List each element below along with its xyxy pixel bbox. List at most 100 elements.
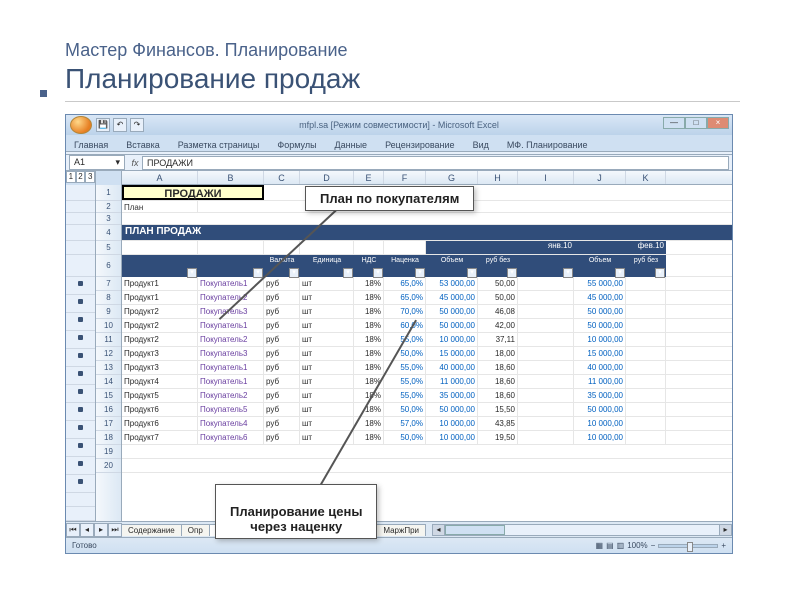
cell[interactable]: Продукт3 (122, 361, 198, 374)
cell[interactable]: руб (264, 361, 300, 374)
cell[interactable]: 55,0% (384, 375, 426, 388)
fx-icon[interactable]: fx (128, 158, 142, 168)
zoom-slider[interactable] (658, 544, 718, 548)
column-header[interactable]: A (122, 171, 198, 184)
column-filter-header[interactable]: Объем продаж, ЕИ▾ (426, 255, 478, 277)
cell[interactable]: 50 000,00 (574, 305, 626, 318)
ribbon-tab[interactable]: Вид (469, 139, 493, 151)
sales-title-cell[interactable]: ПРОДАЖИ (122, 185, 264, 200)
cell[interactable]: 15,50 (478, 403, 518, 416)
outline-level-3[interactable]: 3 (85, 171, 95, 183)
cells-area[interactable]: ПРОДАЖИПланПЛАН ПРОДАЖянв.10фев.10▾▾Валю… (122, 185, 732, 521)
name-box[interactable]: A1 ▾ (69, 155, 125, 170)
view-normal-icon[interactable]: ▦ (596, 541, 604, 550)
cell[interactable]: Продукт6 (122, 417, 198, 430)
office-button[interactable] (70, 116, 92, 134)
row-header[interactable]: 12 (96, 347, 121, 361)
cell[interactable]: 10 000,00 (574, 431, 626, 444)
cell[interactable] (626, 417, 666, 430)
cell[interactable] (518, 347, 574, 360)
cell[interactable] (626, 375, 666, 388)
cell[interactable]: 45 000,00 (574, 291, 626, 304)
cell[interactable]: 53 000,00 (426, 277, 478, 290)
column-header[interactable]: F (384, 171, 426, 184)
cell[interactable]: 11 000,00 (574, 375, 626, 388)
cell[interactable] (198, 241, 264, 254)
cell[interactable] (518, 277, 574, 290)
cell[interactable]: 65,0% (384, 277, 426, 290)
cell[interactable]: 10 000,00 (426, 431, 478, 444)
cell[interactable]: Покупатель1 (198, 375, 264, 388)
column-filter-header[interactable]: Объем продаж, ЕИ▾ (574, 255, 626, 277)
select-all-corner[interactable] (96, 171, 122, 185)
cell[interactable] (626, 319, 666, 332)
cell[interactable]: 40 000,00 (426, 361, 478, 374)
column-filter-header[interactable]: руб без▾ (626, 255, 666, 277)
outline-level-1[interactable]: 1 (66, 171, 76, 183)
ribbon-tab[interactable]: Формулы (273, 139, 320, 151)
column-header[interactable]: G (426, 171, 478, 184)
cell[interactable]: 15 000,00 (426, 347, 478, 360)
cell[interactable]: 50,0% (384, 347, 426, 360)
cell[interactable]: 10 000,00 (426, 333, 478, 346)
cell[interactable]: шт (300, 417, 354, 430)
cell[interactable] (518, 319, 574, 332)
cell[interactable]: 37,11 (478, 333, 518, 346)
minimize-button[interactable]: — (663, 117, 685, 129)
cell[interactable] (300, 241, 354, 254)
cell[interactable]: Покупатель6 (198, 431, 264, 444)
cell[interactable]: 18% (354, 291, 384, 304)
column-header[interactable]: D (300, 171, 354, 184)
row-header[interactable]: 16 (96, 403, 121, 417)
cell[interactable]: руб (264, 375, 300, 388)
cell[interactable]: руб (264, 431, 300, 444)
row-header[interactable]: 20 (96, 459, 121, 473)
cell[interactable]: 65,0% (384, 291, 426, 304)
sheet-tab[interactable]: МаржПри (376, 524, 426, 536)
cell[interactable]: шт (300, 291, 354, 304)
cell[interactable]: 18% (354, 277, 384, 290)
cell[interactable] (626, 277, 666, 290)
cell[interactable]: Покупатель2 (198, 389, 264, 402)
row-header[interactable]: 6 (96, 255, 121, 277)
cell[interactable]: 60,0% (384, 319, 426, 332)
cell[interactable]: шт (300, 347, 354, 360)
column-header[interactable]: K (626, 171, 666, 184)
column-header[interactable]: B (198, 171, 264, 184)
cell[interactable]: 45 000,00 (426, 291, 478, 304)
cell[interactable]: шт (300, 403, 354, 416)
cell[interactable]: 18% (354, 361, 384, 374)
column-header[interactable]: I (518, 171, 574, 184)
cell[interactable]: 18% (354, 333, 384, 346)
cell[interactable] (518, 333, 574, 346)
cell[interactable]: шт (300, 375, 354, 388)
chevron-down-icon[interactable]: ▾ (115, 157, 120, 168)
cell[interactable]: Продукт2 (122, 319, 198, 332)
cell[interactable]: 50 000,00 (426, 319, 478, 332)
cell[interactable] (384, 241, 426, 254)
row-header[interactable]: 9 (96, 305, 121, 319)
column-filter-header[interactable]: ▾ (122, 255, 198, 277)
column-header[interactable]: J (574, 171, 626, 184)
cell[interactable] (626, 305, 666, 318)
cell[interactable]: руб (264, 389, 300, 402)
cell[interactable]: 50 000,00 (574, 319, 626, 332)
row-header[interactable]: 13 (96, 361, 121, 375)
cell[interactable]: 18% (354, 431, 384, 444)
cell[interactable] (626, 403, 666, 416)
tab-nav-next[interactable]: ▸ (94, 523, 108, 537)
cell[interactable] (518, 291, 574, 304)
column-filter-header[interactable]: руб без НДС▾ (478, 255, 518, 277)
cell[interactable]: 18,60 (478, 389, 518, 402)
cell[interactable]: 11 000,00 (426, 375, 478, 388)
cell[interactable]: 50,00 (478, 291, 518, 304)
column-filter-header[interactable]: Наценка▾ (384, 255, 426, 277)
cell[interactable]: 46,08 (478, 305, 518, 318)
cell[interactable] (626, 389, 666, 402)
ribbon-tab[interactable]: МФ. Планирование (503, 139, 592, 151)
view-layout-icon[interactable]: ▤ (606, 541, 614, 550)
ribbon-tab[interactable]: Главная (70, 139, 112, 151)
cell[interactable]: шт (300, 319, 354, 332)
zoom-thumb[interactable] (687, 542, 693, 552)
cell[interactable]: 50,0% (384, 403, 426, 416)
